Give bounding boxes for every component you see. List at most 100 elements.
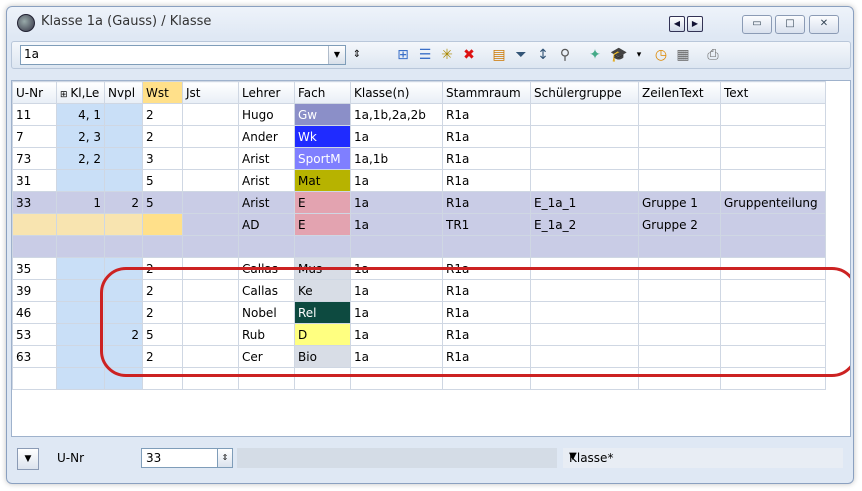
cell-sg[interactable] bbox=[530, 147, 639, 170]
cell-lehrer[interactable]: Cer bbox=[238, 345, 295, 368]
cell-unr[interactable]: 63 bbox=[12, 345, 57, 368]
col-header-lehrer[interactable]: Lehrer bbox=[238, 81, 295, 104]
cell-klasse[interactable]: 1a bbox=[350, 169, 443, 192]
cell-wst[interactable]: 2 bbox=[142, 279, 183, 302]
cell-kl[interactable] bbox=[56, 301, 105, 324]
table-row[interactable]: 33 1 2 5 Arist E 1a R1a E_1a_1 Gruppe 1 Gruppentei… bbox=[12, 191, 826, 214]
unr-spinner[interactable]: ⇕ bbox=[217, 448, 233, 468]
next-icon[interactable]: ▶ bbox=[687, 16, 703, 32]
cell-nvpl[interactable] bbox=[104, 279, 143, 302]
cell-klasse[interactable] bbox=[350, 235, 443, 258]
cell-klasse[interactable]: 1a bbox=[350, 323, 443, 346]
cell-text[interactable] bbox=[720, 301, 826, 324]
cell-stamm[interactable] bbox=[442, 235, 531, 258]
cell-stamm[interactable]: R1a bbox=[442, 301, 531, 324]
cell-jst[interactable] bbox=[182, 169, 239, 192]
cell-lehrer[interactable]: Arist bbox=[238, 169, 295, 192]
cell-sg[interactable]: E_1a_2 bbox=[530, 213, 639, 236]
class-select[interactable]: 1a ▼ bbox=[20, 45, 346, 65]
cell-kl[interactable] bbox=[56, 279, 105, 302]
col-header-unr[interactable]: U-Nr bbox=[12, 81, 57, 104]
cell-jst[interactable] bbox=[182, 301, 239, 324]
cell-sg[interactable] bbox=[530, 103, 639, 126]
cell-klasse[interactable]: 1a bbox=[350, 125, 443, 148]
cell-unr[interactable]: 73 bbox=[12, 147, 57, 170]
cell-nvpl[interactable] bbox=[104, 169, 143, 192]
cell-fach[interactable]: D bbox=[294, 323, 351, 346]
cell-jst[interactable] bbox=[182, 125, 239, 148]
cell-jst[interactable] bbox=[182, 257, 239, 280]
cell-kl[interactable]: 1 bbox=[56, 191, 105, 214]
cell-kl[interactable] bbox=[56, 257, 105, 280]
cell-zt[interactable] bbox=[638, 301, 721, 324]
cell-fach[interactable]: Mus bbox=[294, 257, 351, 280]
cell-klasse[interactable]: 1a bbox=[350, 191, 443, 214]
cell-stamm[interactable]: R1a bbox=[442, 345, 531, 368]
table-row[interactable]: 73 2, 2 3 Arist SportM 1a,1b R1a bbox=[12, 147, 826, 170]
cell-nvpl[interactable] bbox=[104, 125, 143, 148]
cell-fach[interactable]: Bio bbox=[294, 345, 351, 368]
cell-unr[interactable]: 7 bbox=[12, 125, 57, 148]
col-header-stammraum[interactable]: Stammraum bbox=[442, 81, 531, 104]
table-row[interactable]: 63 2 Cer Bio 1a R1a bbox=[12, 345, 826, 368]
cell-klasse[interactable]: 1a,1b bbox=[350, 147, 443, 170]
unr-input[interactable]: 33 bbox=[141, 448, 223, 468]
cell-nvpl[interactable]: 2 bbox=[104, 191, 143, 214]
cell-sg[interactable] bbox=[530, 257, 639, 280]
cell-sg[interactable] bbox=[530, 345, 639, 368]
cell-wst[interactable]: 2 bbox=[142, 257, 183, 280]
cell-klasse[interactable]: 1a bbox=[350, 301, 443, 324]
print-icon[interactable]: ⎙ bbox=[704, 46, 722, 64]
cell-sg[interactable] bbox=[530, 323, 639, 346]
cell-nvpl[interactable] bbox=[104, 235, 143, 258]
cell-wst[interactable]: 5 bbox=[142, 191, 183, 214]
cell-wst[interactable]: 2 bbox=[142, 345, 183, 368]
cell-unr[interactable]: 46 bbox=[12, 301, 57, 324]
cell-sg[interactable] bbox=[530, 235, 639, 258]
cell-zt[interactable] bbox=[638, 103, 721, 126]
spin-icon[interactable]: ⇕ bbox=[348, 46, 366, 64]
cell-fach[interactable]: Wk bbox=[294, 125, 351, 148]
clock-icon[interactable]: ◷ bbox=[652, 46, 670, 64]
prev-icon[interactable]: ◀ bbox=[669, 16, 685, 32]
new-icon[interactable]: ✳ bbox=[438, 46, 456, 64]
cell-zt[interactable] bbox=[638, 279, 721, 302]
cell-unr[interactable]: 11 bbox=[12, 103, 57, 126]
cell-stamm[interactable]: R1a bbox=[442, 279, 531, 302]
cell-lehrer[interactable]: Callas bbox=[238, 279, 295, 302]
table-row[interactable]: 39 2 Callas Ke 1a R1a bbox=[12, 279, 826, 302]
cell-fach[interactable]: Mat bbox=[294, 169, 351, 192]
col-header-text[interactable]: Text bbox=[720, 81, 826, 104]
table-row[interactable]: 53 2 5 Rub D 1a R1a bbox=[12, 323, 826, 346]
cell-lehrer[interactable]: Callas bbox=[238, 257, 295, 280]
table-row[interactable]: 46 2 Nobel Rel 1a R1a bbox=[12, 301, 826, 324]
cell-nvpl[interactable] bbox=[104, 103, 143, 126]
maximize-button[interactable]: □ bbox=[775, 15, 805, 34]
cell-text[interactable] bbox=[720, 147, 826, 170]
cell-unr[interactable]: 35 bbox=[12, 257, 57, 280]
cell-text[interactable] bbox=[720, 125, 826, 148]
cell-wst[interactable]: 2 bbox=[142, 301, 183, 324]
cell-kl[interactable] bbox=[56, 345, 105, 368]
cell-text[interactable] bbox=[720, 345, 826, 368]
cell-nvpl[interactable]: 2 bbox=[104, 323, 143, 346]
cell-sg[interactable] bbox=[530, 279, 639, 302]
cell-wst[interactable] bbox=[142, 213, 183, 236]
cell-stamm[interactable]: R1a bbox=[442, 323, 531, 346]
view-select[interactable]: Klasse* ▼ bbox=[563, 448, 843, 468]
table-row[interactable]: 31 5 Arist Mat 1a R1a bbox=[12, 169, 826, 192]
list-icon[interactable]: ☰ bbox=[416, 46, 434, 64]
cell-text[interactable] bbox=[720, 235, 826, 258]
cell-kl[interactable] bbox=[56, 235, 105, 258]
cell-nvpl[interactable] bbox=[104, 213, 143, 236]
cell-kl[interactable] bbox=[56, 169, 105, 192]
cell-fach[interactable]: Ke bbox=[294, 279, 351, 302]
chevron-down-icon[interactable]: ▼ bbox=[569, 451, 831, 462]
cell-wst[interactable] bbox=[142, 235, 183, 258]
settings-icon[interactable]: ▦ bbox=[674, 46, 692, 64]
cell-klasse[interactable]: 1a bbox=[350, 345, 443, 368]
cell-zt[interactable] bbox=[638, 235, 721, 258]
cell-text[interactable] bbox=[720, 213, 826, 236]
cell-lehrer[interactable] bbox=[238, 235, 295, 258]
cell-wst[interactable]: 2 bbox=[142, 125, 183, 148]
